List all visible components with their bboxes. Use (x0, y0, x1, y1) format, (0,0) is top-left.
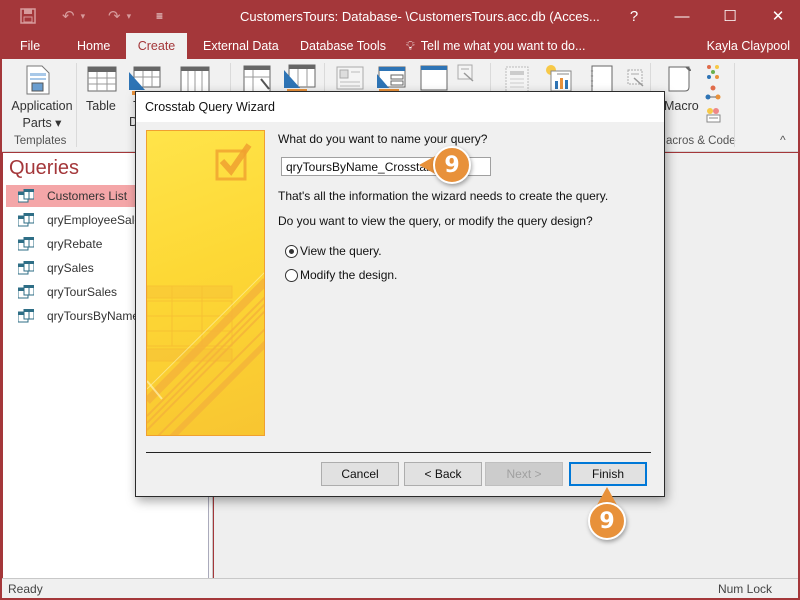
application-parts-icon[interactable] (26, 65, 50, 98)
macro-icon[interactable] (665, 65, 693, 96)
modify-design-label: Modify the design. (300, 268, 398, 282)
module-icon[interactable] (705, 64, 721, 83)
nav-item-label: qrySales (47, 261, 94, 275)
window-title: CustomersTours: Database- \CustomersTour… (240, 9, 600, 24)
report-wizard-icon[interactable] (627, 69, 645, 90)
class-module-icon[interactable] (705, 85, 721, 104)
dialog-title-bar: Crosstab Query Wizard (136, 92, 664, 122)
dialog-title: Crosstab Query Wizard (145, 100, 275, 114)
ribbon-separator (76, 63, 77, 147)
close-button[interactable]: ✕ (758, 4, 798, 28)
form-icon[interactable] (336, 66, 364, 93)
form-wizard-icon[interactable] (457, 64, 475, 85)
nav-pane-title: Queries (9, 157, 80, 179)
modify-design-radio[interactable] (285, 268, 298, 282)
redo-icon[interactable]: ↷ ▾ (108, 6, 131, 26)
query-icon (18, 261, 34, 275)
nav-item-label: qryRebate (47, 237, 103, 251)
view-query-option[interactable]: View the query. (285, 244, 382, 258)
wizard-illustration (146, 130, 265, 436)
tab-create[interactable]: Create (126, 33, 187, 59)
title-bar: ↶ ▾ ↷ ▾ ≡ CustomersTours: Database- \Custo… (0, 0, 800, 33)
status-text: Ready (8, 582, 43, 596)
query-icon (18, 309, 34, 323)
dialog-divider (146, 452, 651, 453)
wizard-art-graphic (147, 143, 264, 435)
application-parts-button[interactable]: Application Parts ▾ (6, 99, 78, 130)
nav-item-label: qryTourSales (47, 285, 118, 299)
query-icon (18, 237, 34, 251)
help-button[interactable]: ? (614, 4, 654, 28)
view-or-modify-prompt: Do you want to view the query, or modify… (278, 214, 593, 228)
status-bar: Ready Num Lock (2, 578, 798, 598)
nav-item-label: qryEmployeeSales (47, 213, 148, 227)
modify-design-option[interactable]: Modify the design. (285, 268, 397, 282)
tab-external-data[interactable]: External Data (193, 33, 289, 59)
user-name[interactable]: Kayla Claypool (707, 33, 790, 59)
num-lock-indicator: Num Lock (717, 582, 772, 596)
tab-file[interactable]: File (10, 33, 50, 59)
view-query-label: View the query. (300, 244, 382, 258)
visual-basic-icon[interactable] (705, 107, 721, 126)
table-button[interactable]: Table (86, 99, 116, 113)
tell-me-text: Tell me what you want to do... (420, 39, 586, 53)
lightbulb-icon: 💡︎ (406, 39, 415, 53)
save-icon[interactable] (20, 6, 36, 26)
query-icon (18, 189, 34, 203)
back-button[interactable]: < Back (404, 462, 482, 486)
nav-item-label: Customers List (47, 189, 128, 203)
nav-item-label: qryToursByName (47, 309, 140, 323)
macros-code-group-label: acros & Code (666, 135, 736, 147)
next-button[interactable]: Next > (485, 462, 563, 486)
query-icon (18, 213, 34, 227)
crosstab-query-wizard-dialog: Crosstab Query Wizard What do you want t… (135, 91, 665, 497)
finish-button[interactable]: Finish (569, 462, 647, 486)
templates-group-label: Templates (14, 135, 67, 147)
minimize-button[interactable]: — (662, 4, 702, 28)
collapse-ribbon-button[interactable]: ^ (780, 133, 786, 147)
query-icon (18, 285, 34, 299)
customize-quick-access-icon[interactable]: ≡ (156, 6, 163, 26)
step-callout-finish: 9 (588, 502, 626, 540)
info-text: That's all the information the wizard ne… (278, 189, 609, 203)
maximize-button[interactable]: ☐ (710, 4, 750, 28)
tab-home[interactable]: Home (67, 33, 120, 59)
name-prompt: What do you want to name your query? (278, 132, 488, 146)
step-callout-name: 9 (433, 146, 471, 184)
macro-button[interactable]: Macro (664, 99, 699, 113)
ribbon-separator (734, 63, 735, 147)
ribbon-tabs: File Home Create External Data Database … (0, 33, 800, 59)
view-query-radio[interactable] (285, 244, 298, 258)
tab-database-tools[interactable]: Database Tools (290, 33, 396, 59)
cancel-button[interactable]: Cancel (321, 462, 399, 486)
tell-me-box[interactable]: 💡︎ Tell me what you want to do... (406, 33, 585, 59)
undo-icon[interactable]: ↶ ▾ (62, 6, 85, 26)
table-icon[interactable] (87, 66, 117, 95)
